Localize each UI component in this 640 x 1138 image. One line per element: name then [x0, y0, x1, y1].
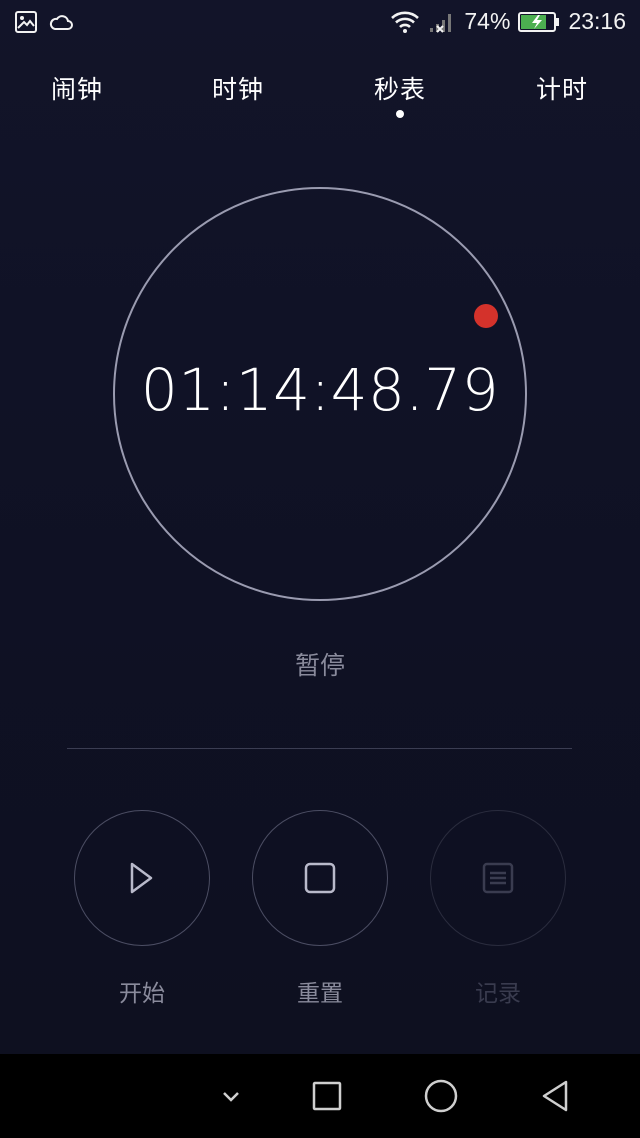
- tab-bar: 闹钟 时钟 秒表 计时: [0, 70, 640, 130]
- tab-label: 闹钟: [50, 75, 103, 104]
- tab-label: 时钟: [211, 75, 264, 104]
- tab-label: 计时: [535, 75, 588, 104]
- stop-icon: [303, 861, 337, 895]
- reset-button[interactable]: [252, 810, 388, 946]
- start-label: 开始: [119, 981, 165, 1007]
- elapsed-time: 01:14:48.79: [140, 356, 500, 424]
- battery-charging-icon: [518, 11, 560, 33]
- lap-list-icon: [481, 861, 515, 895]
- paused-status-label: 暂停: [294, 651, 345, 680]
- hide-nav-button[interactable]: [209, 1074, 253, 1118]
- tab-clock[interactable]: 时钟: [178, 70, 298, 106]
- reset-label: 重置: [297, 981, 343, 1007]
- divider: [67, 748, 572, 749]
- battery-percent: 74%: [464, 8, 511, 34]
- wifi-icon: [390, 10, 420, 34]
- chevron-down-icon: [221, 1089, 241, 1103]
- start-button[interactable]: [74, 810, 210, 946]
- cloud-icon: [48, 12, 74, 32]
- dial-progress-marker: [474, 304, 498, 328]
- gallery-icon: [14, 10, 38, 34]
- stopwatch-screen: 74% 23:16 闹钟 时钟 秒表 计时 01:14:48.79 暂停 开始 …: [0, 0, 640, 1054]
- clock-time: 23:16: [568, 8, 626, 34]
- tab-timer[interactable]: 计时: [502, 70, 622, 106]
- navigation-bar: [0, 1054, 640, 1138]
- lap-label: 记录: [475, 981, 521, 1007]
- tab-stopwatch[interactable]: 秒表: [340, 70, 460, 118]
- active-tab-indicator: [396, 110, 404, 118]
- tab-label: 秒表: [373, 75, 426, 104]
- tab-alarm[interactable]: 闹钟: [17, 70, 137, 106]
- back-icon: [539, 1079, 571, 1113]
- home-icon: [423, 1078, 459, 1114]
- lap-button[interactable]: [430, 810, 566, 946]
- recents-button[interactable]: [305, 1074, 349, 1118]
- play-icon: [129, 861, 155, 895]
- recents-icon: [311, 1080, 343, 1112]
- home-button[interactable]: [419, 1074, 463, 1118]
- back-button[interactable]: [533, 1074, 577, 1118]
- signal-no-service-icon: [428, 10, 456, 34]
- status-bar: 74% 23:16: [0, 0, 640, 46]
